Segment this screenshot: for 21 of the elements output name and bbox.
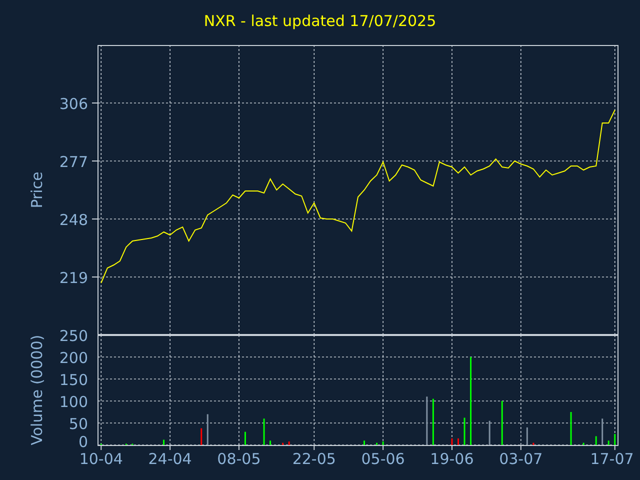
y-tick-label: 50 [68, 415, 88, 433]
x-tick-label: 24-04 [148, 450, 192, 468]
y-tick-label: 219 [59, 269, 88, 287]
x-tick-label: 08-05 [217, 450, 261, 468]
x-tick-label: 05-06 [361, 450, 405, 468]
y-tick-label: 248 [59, 211, 88, 229]
chart-title: NXR - last updated 17/07/2025 [204, 12, 436, 32]
y-axis-label: Price [28, 172, 46, 208]
y-tick-label: 150 [59, 371, 88, 389]
y-tick-label: 277 [59, 153, 88, 171]
y-tick-label: 0 [78, 433, 88, 451]
y-tick-label: 250 [59, 327, 88, 345]
y-tick-label: 306 [59, 95, 88, 113]
x-tick-label: 03-07 [499, 450, 543, 468]
x-tick-label: 22-05 [292, 450, 336, 468]
x-tick-label: 10-04 [79, 450, 123, 468]
y-tick-label: 100 [59, 393, 88, 411]
y-tick-label: 200 [59, 349, 88, 367]
x-tick-label: 19-06 [430, 450, 474, 468]
y-axis-label: Volume (0000) [28, 334, 46, 446]
x-tick-label: 17-07 [590, 450, 634, 468]
